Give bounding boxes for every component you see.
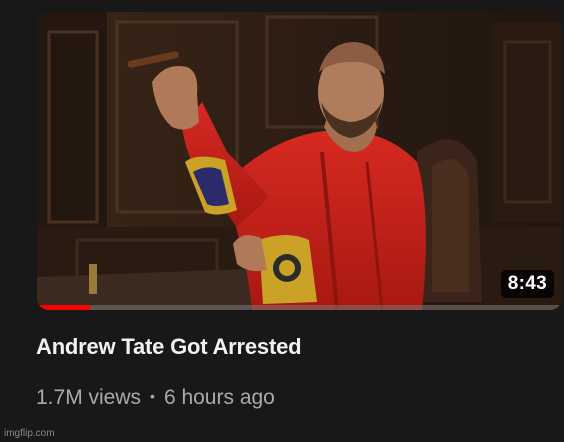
- imgflip-watermark: imgflip.com: [4, 428, 55, 439]
- watch-progress-fill: [37, 305, 90, 310]
- duration-badge: 8:43: [500, 270, 554, 298]
- meta-separator: •: [150, 388, 155, 404]
- video-metadata: 1.7M views • 6 hours ago: [36, 386, 275, 410]
- video-thumbnail[interactable]: 8:43: [37, 12, 562, 310]
- man-in-red-robe-icon: [37, 12, 562, 310]
- upload-age: 6 hours ago: [163, 386, 275, 409]
- video-title[interactable]: Andrew Tate Got Arrested: [36, 334, 536, 360]
- watch-progress-bar: [37, 305, 562, 310]
- video-card: 8:43 Andrew Tate Got Arrested 1.7M views…: [0, 0, 564, 442]
- view-count: 1.7M views: [36, 386, 142, 409]
